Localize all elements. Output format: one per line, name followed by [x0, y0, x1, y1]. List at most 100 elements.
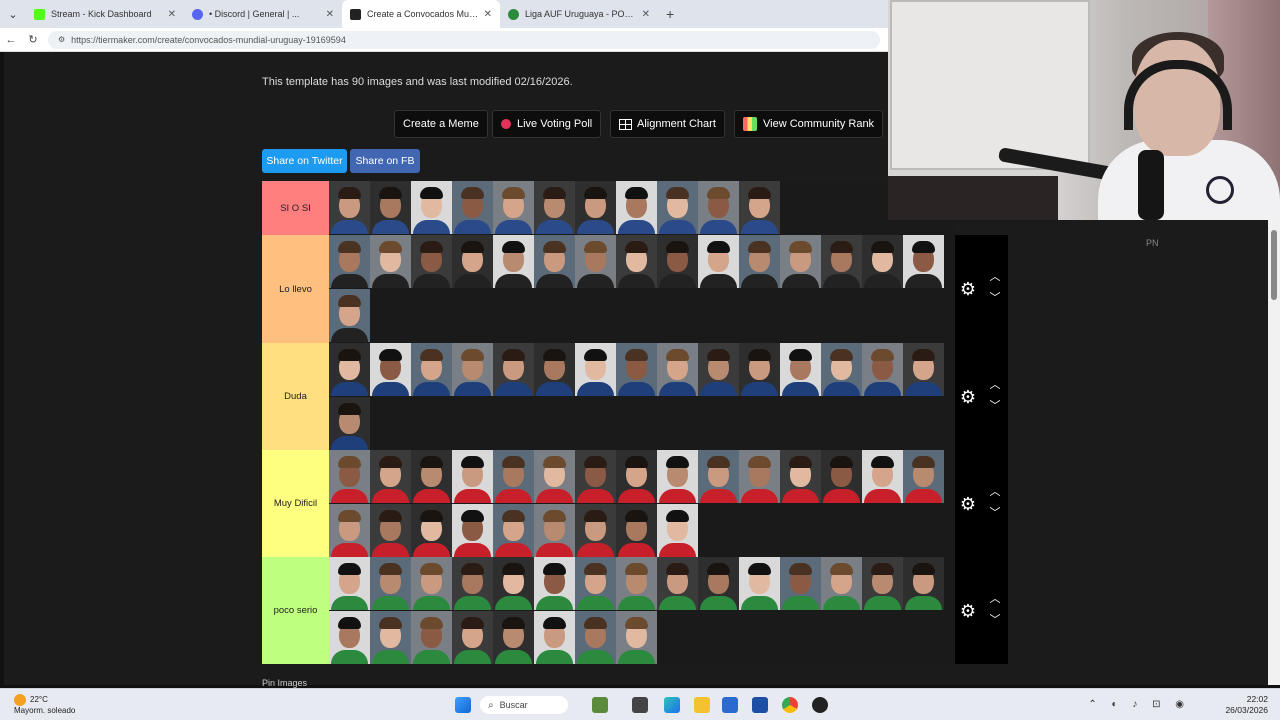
- player-image[interactable]: [411, 235, 452, 288]
- player-image[interactable]: [452, 181, 493, 234]
- player-image[interactable]: [493, 235, 534, 288]
- alignment-chart-button[interactable]: Alignment Chart: [610, 110, 725, 138]
- player-image[interactable]: [698, 235, 739, 288]
- player-image[interactable]: [739, 557, 780, 610]
- player-image[interactable]: [821, 235, 862, 288]
- player-image[interactable]: [411, 343, 452, 396]
- tier-drop-area[interactable]: [329, 235, 955, 343]
- player-image[interactable]: [411, 611, 452, 664]
- player-image[interactable]: [493, 343, 534, 396]
- reload-icon[interactable]: ↻: [22, 33, 44, 46]
- player-image[interactable]: [739, 343, 780, 396]
- tier-drop-area[interactable]: [329, 181, 955, 235]
- player-image[interactable]: [411, 181, 452, 234]
- player-image[interactable]: [862, 450, 903, 503]
- tier-label[interactable]: Muy Dificil: [262, 450, 329, 557]
- player-image[interactable]: [329, 611, 370, 664]
- player-image[interactable]: [370, 235, 411, 288]
- player-image[interactable]: [616, 611, 657, 664]
- player-image[interactable]: [370, 343, 411, 396]
- player-image[interactable]: [575, 504, 616, 557]
- back-icon[interactable]: ←: [0, 34, 22, 46]
- player-image[interactable]: [575, 235, 616, 288]
- player-image[interactable]: [616, 343, 657, 396]
- player-image[interactable]: [698, 343, 739, 396]
- tier-label[interactable]: Duda: [262, 343, 329, 450]
- player-image[interactable]: [698, 450, 739, 503]
- player-image[interactable]: [657, 343, 698, 396]
- player-image[interactable]: [575, 343, 616, 396]
- player-image[interactable]: [616, 235, 657, 288]
- player-image[interactable]: [493, 557, 534, 610]
- player-image[interactable]: [411, 557, 452, 610]
- tier-drop-area[interactable]: [329, 450, 955, 557]
- player-image[interactable]: [575, 611, 616, 664]
- move-up-icon[interactable]: ︿: [988, 379, 1002, 390]
- player-image[interactable]: [493, 504, 534, 557]
- player-image[interactable]: [780, 450, 821, 503]
- player-image[interactable]: [493, 450, 534, 503]
- player-image[interactable]: [452, 611, 493, 664]
- player-image[interactable]: [657, 235, 698, 288]
- weather-widget[interactable]: 22°C Mayorm. soleado: [14, 694, 75, 716]
- player-image[interactable]: [329, 289, 370, 342]
- windows-start-icon[interactable]: [455, 697, 471, 713]
- player-image[interactable]: [452, 557, 493, 610]
- player-image[interactable]: [534, 557, 575, 610]
- tab-discord[interactable]: • Discord | General | ... ✕: [184, 0, 342, 28]
- folder-icon[interactable]: [694, 697, 710, 713]
- player-image[interactable]: [370, 611, 411, 664]
- close-tab-icon[interactable]: ✕: [642, 9, 650, 20]
- player-image[interactable]: [411, 450, 452, 503]
- player-image[interactable]: [329, 504, 370, 557]
- player-image[interactable]: [575, 450, 616, 503]
- player-image[interactable]: [329, 343, 370, 396]
- move-down-icon[interactable]: ﹀: [988, 614, 1002, 625]
- player-image[interactable]: [534, 235, 575, 288]
- tab-kick[interactable]: Stream - Kick Dashboard ✕: [26, 0, 184, 28]
- player-image[interactable]: [329, 397, 370, 450]
- close-tab-icon[interactable]: ✕: [326, 9, 334, 20]
- player-image[interactable]: [903, 235, 944, 288]
- player-image[interactable]: [739, 235, 780, 288]
- store-icon[interactable]: [722, 697, 738, 713]
- player-image[interactable]: [575, 557, 616, 610]
- player-image[interactable]: [862, 557, 903, 610]
- player-image[interactable]: [370, 504, 411, 557]
- player-image[interactable]: [452, 235, 493, 288]
- outlook-icon[interactable]: [752, 697, 768, 713]
- system-tray[interactable]: ⌃ ◐ ♪ ⊡ ◉: [1088, 699, 1190, 710]
- player-image[interactable]: [698, 181, 739, 234]
- player-image[interactable]: [329, 235, 370, 288]
- player-image[interactable]: [616, 450, 657, 503]
- scrollbar-thumb[interactable]: [1271, 230, 1277, 300]
- player-image[interactable]: [411, 504, 452, 557]
- player-image[interactable]: [657, 557, 698, 610]
- player-image[interactable]: [780, 235, 821, 288]
- player-image[interactable]: [329, 557, 370, 610]
- community-rank-button[interactable]: View Community Rank: [734, 110, 884, 138]
- app-icon[interactable]: [812, 697, 828, 713]
- player-image[interactable]: [534, 450, 575, 503]
- player-image[interactable]: [739, 181, 780, 234]
- player-image[interactable]: [616, 504, 657, 557]
- share-fb-button[interactable]: Share on FB: [350, 149, 420, 173]
- player-image[interactable]: [657, 450, 698, 503]
- player-image[interactable]: [452, 450, 493, 503]
- taskbar-search[interactable]: ⌕ Buscar: [480, 696, 568, 714]
- player-image[interactable]: [862, 235, 903, 288]
- player-image[interactable]: [534, 181, 575, 234]
- move-up-icon[interactable]: ︿: [988, 593, 1002, 604]
- tab-tiermaker[interactable]: Create a Convocados Mundial Uru... ✕: [342, 0, 500, 28]
- player-image[interactable]: [616, 181, 657, 234]
- player-image[interactable]: [534, 504, 575, 557]
- player-image[interactable]: [903, 557, 944, 610]
- player-image[interactable]: [534, 611, 575, 664]
- gear-icon[interactable]: ⚙: [959, 495, 977, 513]
- move-down-icon[interactable]: ﹀: [988, 293, 1002, 304]
- move-up-icon[interactable]: ︿: [988, 272, 1002, 283]
- player-image[interactable]: [534, 343, 575, 396]
- tier-drop-area[interactable]: [329, 343, 955, 450]
- page-scrollbar[interactable]: [1268, 220, 1280, 685]
- player-image[interactable]: [370, 450, 411, 503]
